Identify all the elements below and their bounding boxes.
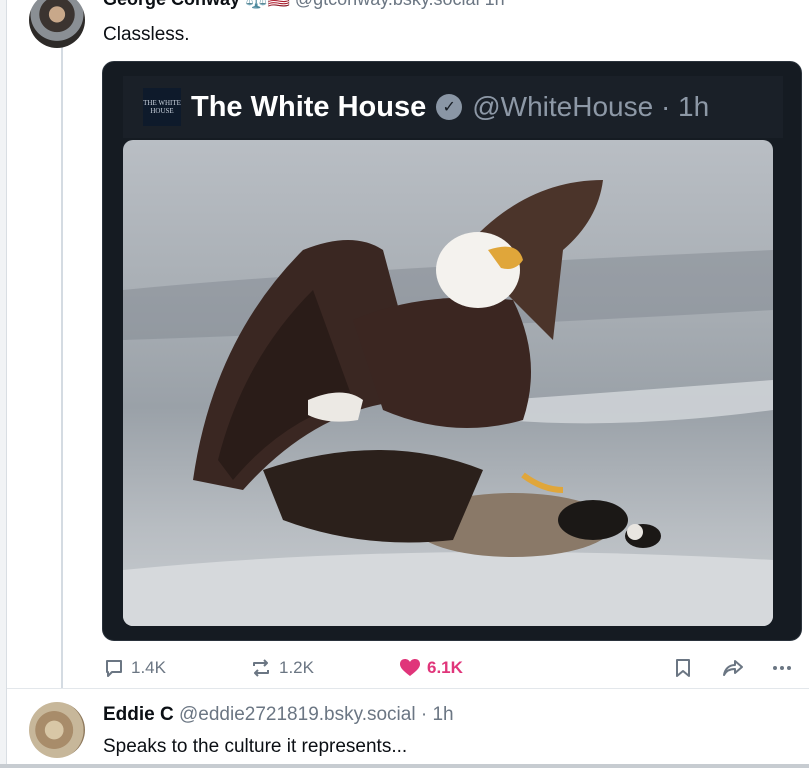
reply-header: Eddie C @eddie2721819.bsky.social · 1h: [103, 704, 454, 726]
white-house-logo: THE WHITE HOUSE: [143, 88, 181, 126]
thread-connector-line: [61, 44, 63, 688]
repost-button[interactable]: 1.2K: [249, 654, 314, 682]
eagle-photo: [123, 140, 773, 626]
reply-text: Speaks to the culture it represents...: [103, 736, 408, 757]
eagle-illustration: [123, 180, 773, 626]
thread-view: George Conway ⚖️🇺🇸 @gtconway.bsky.social…: [6, 0, 809, 768]
share-icon: [723, 660, 743, 676]
reply-author-handle[interactable]: @eddie2721819.bsky.social: [179, 704, 416, 725]
like-button[interactable]: 6.1K: [399, 654, 463, 682]
verified-badge-icon: ✓: [436, 94, 463, 120]
post-header: George Conway ⚖️🇺🇸 @gtconway.bsky.social…: [103, 0, 505, 9]
author-handle[interactable]: @gtconway.bsky.social: [295, 0, 480, 9]
embed-account-name: The White House: [191, 90, 427, 123]
embed-account-handle: @WhiteHouse · 1h: [472, 91, 710, 122]
avatar-george-conway[interactable]: [29, 0, 85, 48]
repost-icon: [253, 659, 269, 677]
more-options-button[interactable]: [771, 654, 793, 682]
embedded-image[interactable]: THE WHITE HOUSE The White House ✓ @White…: [102, 61, 802, 641]
repost-count: 1.2K: [279, 658, 314, 677]
heart-icon: [400, 659, 420, 676]
reply-button[interactable]: 1.4K: [103, 654, 166, 682]
author-badges: ⚖️🇺🇸: [245, 0, 290, 9]
like-count: 6.1K: [427, 658, 463, 677]
post-divider: [7, 688, 809, 689]
avatar-eddie-c[interactable]: [29, 702, 85, 758]
bookmark-icon: [676, 659, 690, 677]
reply-time[interactable]: · 1h: [421, 704, 454, 725]
post-text: Classless.: [103, 24, 190, 45]
post-action-bar: 1.4K 1.2K 6.1K: [103, 654, 793, 682]
share-button[interactable]: [721, 654, 745, 682]
ellipsis-icon: [773, 666, 791, 670]
reply-icon: [106, 660, 122, 677]
reply-count: 1.4K: [131, 658, 166, 677]
embed-header: THE WHITE HOUSE The White House ✓ @White…: [123, 76, 783, 138]
bookmark-button[interactable]: [673, 654, 693, 682]
viewport-bottom-edge: [0, 764, 809, 768]
author-name[interactable]: George Conway: [103, 0, 240, 9]
post-time[interactable]: 1h: [485, 0, 505, 9]
reply-author-name[interactable]: Eddie C: [103, 704, 174, 725]
